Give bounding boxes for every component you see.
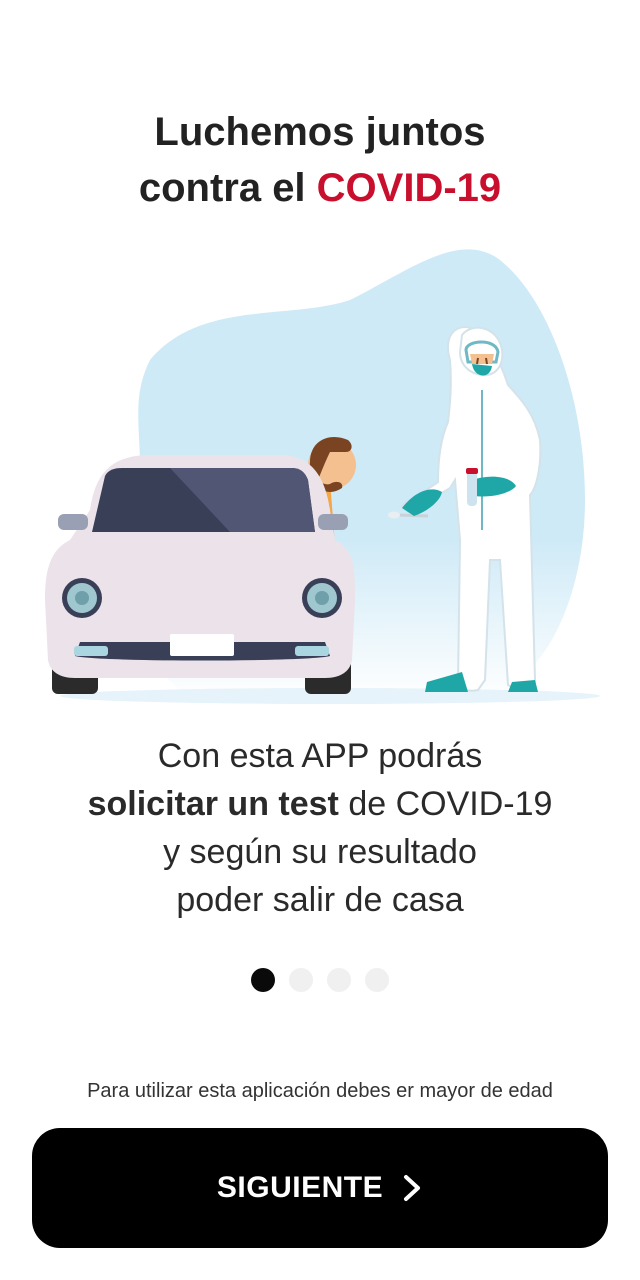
title-line-2: contra el COVID-19 bbox=[0, 160, 640, 216]
page-dot-3[interactable] bbox=[327, 968, 351, 992]
title-line-1: Luchemos juntos bbox=[154, 110, 486, 154]
next-button[interactable]: SIGUIENTE bbox=[32, 1128, 608, 1248]
description-line-4: poder salir de casa bbox=[176, 881, 464, 919]
description: Con esta APP podrás solicitar un test de… bbox=[0, 732, 640, 924]
age-disclaimer: Para utilizar esta aplicación debes er m… bbox=[87, 1080, 553, 1102]
chevron-right-icon bbox=[404, 1175, 421, 1201]
car-icon bbox=[45, 455, 355, 694]
page-dot-2[interactable] bbox=[289, 968, 313, 992]
description-line-3: y según su resultado bbox=[163, 833, 477, 871]
description-line-2-rest: de COVID-19 bbox=[338, 785, 553, 823]
title-prefix: contra el bbox=[138, 166, 317, 210]
title-accent: COVID-19 bbox=[316, 166, 502, 210]
next-button-label: SIGUIENTE bbox=[216, 1171, 384, 1204]
description-line-2: solicitar un test de COVID-19 bbox=[0, 780, 640, 828]
description-bold: solicitar un test bbox=[87, 785, 339, 823]
page-title: Luchemos juntos contra el COVID-19 bbox=[0, 104, 640, 216]
page-dot-1[interactable] bbox=[251, 968, 275, 992]
page-dot-4[interactable] bbox=[365, 968, 389, 992]
description-line-1: Con esta APP podrás bbox=[157, 737, 483, 775]
test-tube-icon bbox=[466, 468, 478, 506]
pagination-dots bbox=[0, 968, 640, 992]
illustration bbox=[45, 249, 600, 704]
